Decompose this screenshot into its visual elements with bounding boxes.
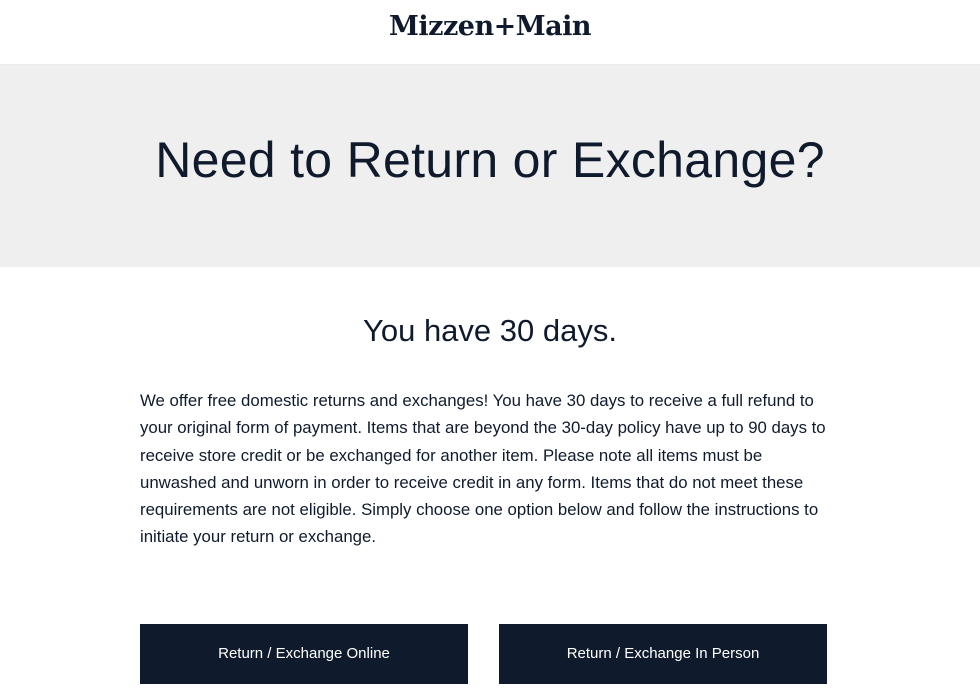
- main-content: You have 30 days. We offer free domestic…: [140, 267, 840, 551]
- section-subtitle: You have 30 days.: [363, 313, 617, 348]
- policy-description: We offer free domestic returns and excha…: [140, 391, 826, 547]
- brand-logo[interactable]: Mizzen+Main: [389, 11, 592, 42]
- page-title: Need to Return or Exchange?: [155, 132, 825, 188]
- return-exchange-online-button[interactable]: Return / Exchange Online: [140, 624, 468, 684]
- action-buttons: Return / Exchange Online Return / Exchan…: [140, 624, 827, 684]
- site-header: Mizzen+Main: [0, 0, 980, 65]
- hero-banner: Need to Return or Exchange?: [0, 65, 980, 267]
- return-exchange-in-person-button[interactable]: Return / Exchange In Person: [499, 624, 827, 684]
